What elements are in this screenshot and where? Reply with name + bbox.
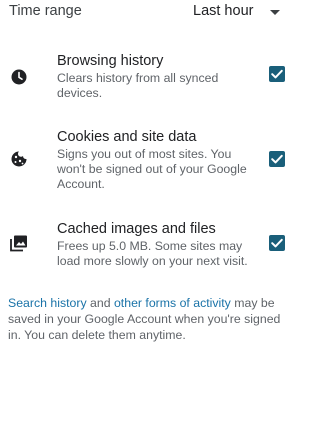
time-range-value[interactable]: Last hour xyxy=(193,3,253,19)
time-range-row: Time range Last hour xyxy=(0,0,302,26)
option-description: Frees up 5.0 MB. Some sites may load mor… xyxy=(57,239,248,268)
option-title: Browsing history xyxy=(57,53,164,69)
time-range-label: Time range xyxy=(9,3,82,19)
footer-note: Search history and other forms of activi… xyxy=(8,295,296,343)
footer-text-and: and xyxy=(86,296,114,310)
option-cached-images: Cached images and files Frees up 5.0 MB.… xyxy=(0,218,302,278)
option-title: Cookies and site data xyxy=(57,129,197,145)
images-icon xyxy=(8,232,30,254)
cookie-icon xyxy=(8,148,30,170)
option-browsing-history: Browsing history Clears history from all… xyxy=(0,50,302,110)
search-history-link[interactable]: Search history xyxy=(8,296,87,310)
checkbox-cached-images[interactable] xyxy=(269,235,285,251)
option-title: Cached images and files xyxy=(57,221,216,237)
option-description: Clears history from all synced devices. xyxy=(57,71,219,100)
caret-down-icon[interactable] xyxy=(270,10,280,15)
option-cookies: Cookies and site data Signs you out of m… xyxy=(0,126,302,196)
checkbox-browsing-history[interactable] xyxy=(269,66,285,82)
other-activity-link[interactable]: other forms of activity xyxy=(114,296,231,310)
time-range-dropdown[interactable]: Last hour xyxy=(186,0,296,26)
checkbox-cookies[interactable] xyxy=(269,151,285,167)
clock-icon xyxy=(8,66,30,88)
option-description: Signs you out of most sites. You won't b… xyxy=(57,147,247,191)
